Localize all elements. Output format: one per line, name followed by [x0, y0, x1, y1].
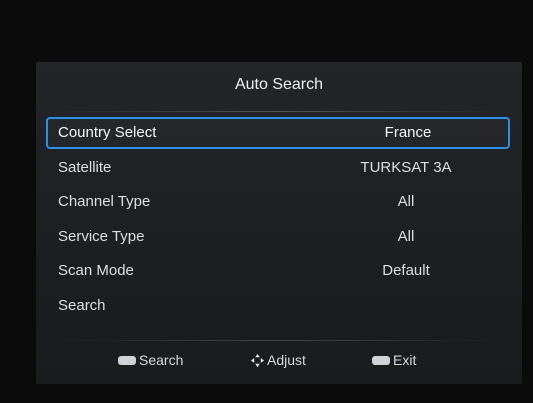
adjust-hint: Adjust	[250, 352, 306, 368]
menu-item-channel-type[interactable]: Channel Type All	[46, 186, 510, 218]
menu-item-value: France	[384, 124, 432, 141]
footer-divider	[54, 340, 504, 341]
ok-key-icon	[118, 355, 136, 365]
menu-item-label: Scan Mode	[58, 262, 134, 280]
exit-hint-label: Exit	[393, 352, 417, 368]
menu-item-label: Satellite	[58, 158, 112, 176]
menu-item-satellite[interactable]: Satellite TURKSAT 3A	[46, 152, 510, 184]
menu-item-label: Country Select	[58, 124, 157, 141]
dpad-icon	[250, 353, 265, 367]
menu-item-value: All	[397, 227, 415, 245]
menu-item-value: All	[397, 193, 415, 211]
menu-item-search[interactable]: Search	[46, 290, 510, 322]
adjust-hint-label: Adjust	[267, 352, 306, 368]
ok-search-hint-label: Search	[139, 352, 184, 368]
exit-hint: Exit	[372, 352, 416, 368]
menu-item-service-type[interactable]: Service Type All	[46, 221, 510, 253]
settings-menu: Country Select France Satellite TURKSAT …	[46, 117, 510, 325]
menu-item-label: Channel Type	[58, 193, 151, 211]
key-hint-bar: Search Adjust Exit	[36, 348, 522, 374]
exit-key-icon	[372, 355, 390, 365]
menu-item-label: Search	[58, 296, 106, 314]
menu-item-value: TURKSAT 3A	[360, 158, 452, 176]
menu-item-value: Default	[382, 262, 430, 280]
tv-screen: Auto Search Country Select France Satell…	[0, 0, 533, 403]
menu-item-country-select[interactable]: Country Select France	[46, 117, 510, 149]
menu-item-scan-mode[interactable]: Scan Mode Default	[46, 255, 510, 287]
dialog-title: Auto Search	[234, 76, 324, 93]
ok-search-hint: Search	[118, 352, 183, 368]
menu-item-label: Service Type	[58, 227, 145, 245]
title-divider	[54, 111, 504, 112]
auto-search-dialog: Auto Search Country Select France Satell…	[36, 62, 522, 384]
